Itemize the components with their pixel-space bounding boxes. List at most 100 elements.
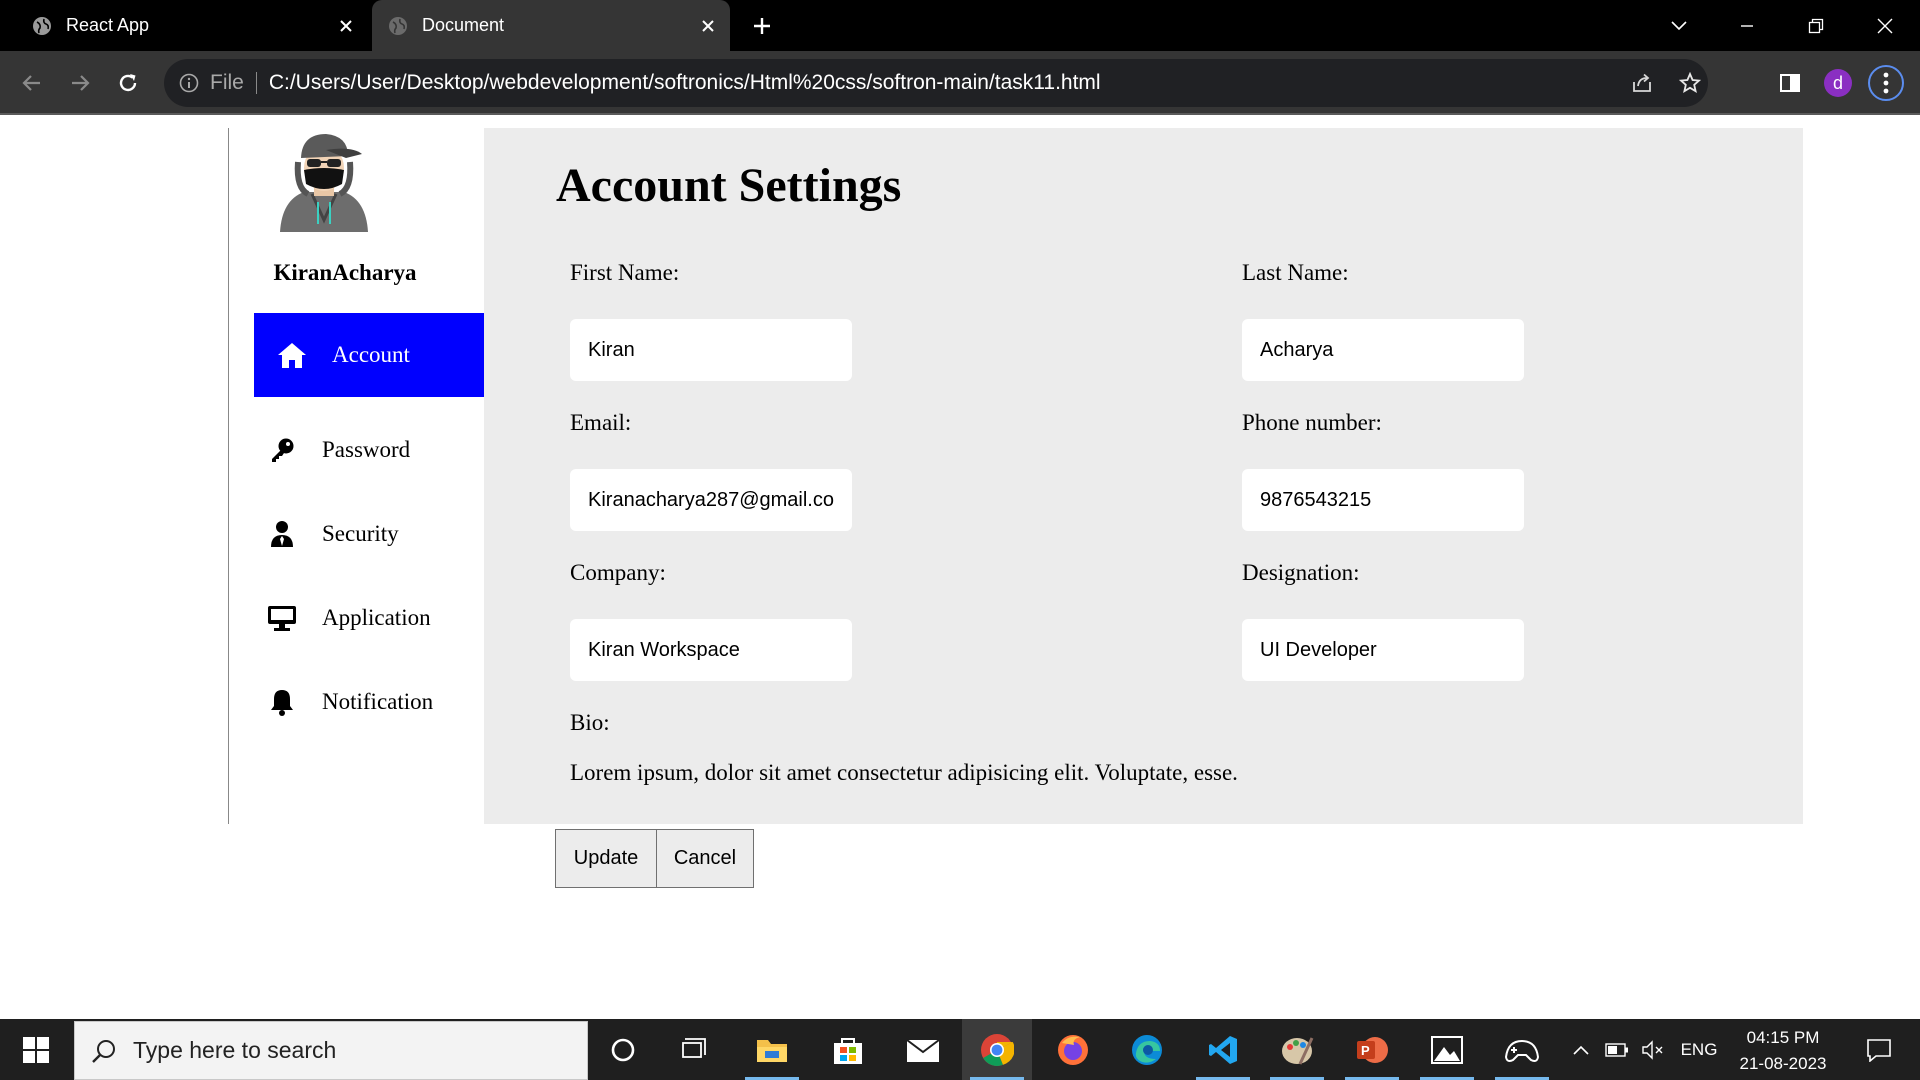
battery-icon[interactable] [1600, 1019, 1634, 1080]
start-button[interactable] [14, 1031, 58, 1069]
chat-bubble-icon [1867, 1038, 1891, 1062]
bio-label: Bio: [570, 710, 610, 735]
chevron-up-icon [1573, 1045, 1589, 1055]
key-icon [266, 434, 298, 466]
home-icon [276, 339, 308, 371]
globe-icon [388, 16, 408, 36]
share-icon[interactable] [1622, 59, 1662, 107]
email-field[interactable] [570, 469, 852, 531]
last-name-field[interactable] [1242, 319, 1524, 381]
volume-muted-icon[interactable] [1636, 1019, 1670, 1080]
search-placeholder: Type here to search [133, 1037, 337, 1063]
minimize-button[interactable] [1724, 0, 1770, 51]
url-text[interactable]: C:/Users/User/Desktop/webdevelopment/sof… [269, 71, 1101, 95]
sidebar: KiranAcharya Account Password Security A… [228, 128, 485, 824]
windows-logo-icon [23, 1037, 49, 1063]
sidebar-item-application[interactable]: Application [254, 576, 485, 660]
designation-label: Designation: [1242, 560, 1360, 585]
chevron-down-icon [1671, 20, 1687, 30]
close-icon[interactable] [696, 14, 720, 38]
language-indicator[interactable]: ENG [1674, 1019, 1724, 1080]
sidebar-item-label: Password [322, 437, 411, 462]
bio-text[interactable]: Lorem ipsum, dolor sit amet consectetur … [570, 760, 1238, 786]
company-label: Company: [570, 560, 666, 585]
show-hidden-icons-button[interactable] [1566, 1019, 1596, 1080]
sidebar-item-account[interactable]: Account [254, 313, 485, 397]
browser-menu-button[interactable] [1868, 65, 1904, 101]
sidebar-item-notification[interactable]: Notification [254, 660, 485, 744]
company-field[interactable] [570, 619, 852, 681]
paint-palette-icon [1282, 1036, 1314, 1065]
store-icon [834, 1037, 862, 1064]
sidebar-item-label: Security [322, 521, 399, 546]
page-title: Account Settings [556, 159, 902, 212]
mail-icon [906, 1038, 940, 1062]
profile-button[interactable]: d [1820, 65, 1856, 101]
taskbar-mail[interactable] [888, 1019, 958, 1080]
new-tab-button[interactable] [748, 12, 776, 40]
bell-icon [266, 686, 298, 718]
folder-icon [757, 1039, 787, 1062]
star-icon[interactable] [1670, 59, 1710, 107]
notification-center-button[interactable] [1854, 1019, 1904, 1080]
taskbar: Type here to search P ENG 04:15 PM 21-08… [0, 1019, 1920, 1080]
taskbar-photos[interactable] [1412, 1019, 1482, 1080]
side-panel-icon [1780, 74, 1800, 92]
tab-react-app[interactable]: React App [18, 0, 364, 51]
search-icon [89, 1036, 119, 1066]
address-bar[interactable]: File C:/Users/User/Desktop/webdevelopmen… [164, 59, 1708, 107]
taskbar-paint[interactable] [1262, 1019, 1332, 1080]
back-button[interactable] [14, 65, 50, 101]
phone-field[interactable] [1242, 469, 1524, 531]
update-button[interactable]: Update [555, 829, 657, 888]
restore-button[interactable] [1793, 0, 1839, 51]
first-name-label: First Name: [570, 260, 680, 285]
task-view-icon [682, 1037, 706, 1058]
taskbar-file-explorer[interactable] [737, 1019, 807, 1080]
task-view-button[interactable] [660, 1019, 730, 1080]
reload-button[interactable] [110, 65, 146, 101]
scheme-label: File [210, 71, 244, 94]
close-icon[interactable] [334, 14, 358, 38]
system-clock[interactable]: 04:15 PM 21-08-2023 [1724, 1025, 1842, 1077]
svg-text:P: P [1361, 1043, 1370, 1058]
clock-time: 04:15 PM [1746, 1028, 1820, 1047]
close-window-button[interactable] [1862, 0, 1908, 51]
phone-label: Phone number: [1242, 410, 1382, 435]
chrome-icon [981, 1033, 1014, 1066]
side-panel-button[interactable] [1772, 65, 1808, 101]
sidebar-item-password[interactable]: Password [254, 408, 485, 492]
plus-icon [754, 18, 770, 34]
monitor-icon [266, 602, 298, 634]
divider [255, 72, 257, 94]
firefox-icon [1058, 1034, 1088, 1065]
taskbar-game-app[interactable] [1487, 1019, 1557, 1080]
cortana-button[interactable] [588, 1019, 658, 1080]
taskbar-store[interactable] [813, 1019, 883, 1080]
tab-search-button[interactable] [1656, 0, 1702, 51]
browser-toolbar: File C:/Users/User/Desktop/webdevelopmen… [0, 51, 1920, 115]
avatar: d [1824, 69, 1852, 97]
tab-title: React App [66, 15, 150, 35]
clock-date: 21-08-2023 [1739, 1054, 1827, 1073]
account-settings-panel: Account Settings First Name: Last Name: … [484, 128, 1803, 824]
designation-field[interactable] [1242, 619, 1524, 681]
gamepad-icon [1504, 1039, 1540, 1062]
info-icon[interactable] [178, 72, 200, 94]
first-name-field[interactable] [570, 319, 852, 381]
cancel-button[interactable]: Cancel [656, 829, 754, 888]
taskbar-chrome[interactable] [962, 1019, 1032, 1080]
taskbar-powerpoint[interactable]: P [1337, 1019, 1407, 1080]
minimize-icon [1741, 24, 1753, 27]
forward-button[interactable] [62, 65, 98, 101]
last-name-label: Last Name: [1242, 260, 1349, 285]
taskbar-firefox[interactable] [1038, 1019, 1108, 1080]
tab-document[interactable]: Document [372, 0, 730, 51]
taskbar-vscode[interactable] [1188, 1019, 1258, 1080]
sidebar-item-security[interactable]: Security [254, 492, 485, 576]
email-label: Email: [570, 410, 632, 435]
arrow-left-icon [22, 75, 40, 91]
arrow-right-icon [72, 75, 90, 91]
taskbar-edge[interactable] [1112, 1019, 1182, 1080]
taskbar-search-input[interactable]: Type here to search [74, 1021, 588, 1080]
